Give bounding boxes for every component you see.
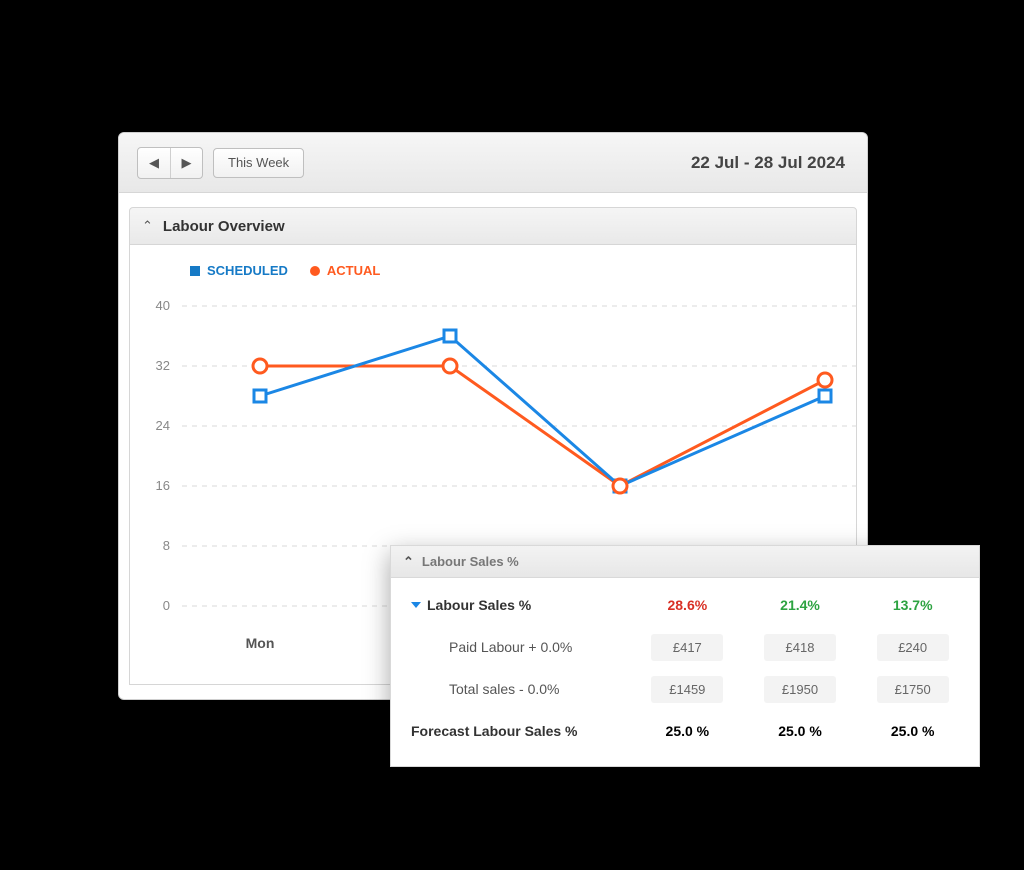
cell: £1459 xyxy=(631,676,744,703)
y-tick: 24 xyxy=(156,418,170,433)
cell: £1950 xyxy=(744,676,857,703)
this-week-button[interactable]: This Week xyxy=(213,148,304,178)
section-title: Labour Overview xyxy=(163,218,285,235)
y-tick: 8 xyxy=(163,538,170,553)
row-total-sales: Total sales - 0.0% £1459 £1950 £1750 xyxy=(401,668,969,710)
legend-scheduled-label: SCHEDULED xyxy=(207,263,288,278)
overlay-title: Labour Sales % xyxy=(422,554,519,569)
legend: SCHEDULED ACTUAL xyxy=(190,263,846,278)
y-tick: 40 xyxy=(156,298,170,313)
point-actual xyxy=(253,359,267,373)
prev-button[interactable]: ◀ xyxy=(138,148,170,178)
chevron-left-icon: ◀ xyxy=(149,155,159,171)
point-actual xyxy=(613,479,627,493)
row-label: Labour Sales % xyxy=(401,597,631,613)
row-label: Paid Labour + 0.0% xyxy=(401,639,631,655)
point-scheduled xyxy=(254,390,266,402)
row-label-text: Labour Sales % xyxy=(427,597,531,613)
legend-item-scheduled[interactable]: SCHEDULED xyxy=(190,263,288,278)
chevron-right-icon: ▶ xyxy=(182,155,192,171)
overlay-header[interactable]: ⌃ Labour Sales % xyxy=(391,546,979,578)
chevron-up-icon: ⌃ xyxy=(142,218,153,234)
cell: £418 xyxy=(744,634,857,661)
point-scheduled xyxy=(819,390,831,402)
row-forecast: Forecast Labour Sales % 25.0 % 25.0 % 25… xyxy=(401,710,969,752)
cell: 25.0 % xyxy=(856,723,969,739)
row-label: Total sales - 0.0% xyxy=(401,681,631,697)
point-actual xyxy=(443,359,457,373)
date-nav: ◀ ▶ xyxy=(137,147,203,179)
y-tick: 32 xyxy=(156,358,170,373)
cell: £1750 xyxy=(856,676,969,703)
cell: 21.4% xyxy=(744,597,857,613)
series-scheduled-line xyxy=(260,336,825,486)
cell: 28.6% xyxy=(631,597,744,613)
cell: 25.0 % xyxy=(744,723,857,739)
row-paid-labour: Paid Labour + 0.0% £417 £418 £240 xyxy=(401,626,969,668)
y-tick: 16 xyxy=(156,478,170,493)
cell: 13.7% xyxy=(856,597,969,613)
cell: £240 xyxy=(856,634,969,661)
point-scheduled xyxy=(444,330,456,342)
row-label: Forecast Labour Sales % xyxy=(401,723,631,739)
caret-down-icon xyxy=(411,602,421,608)
x-tick: Mon xyxy=(246,635,275,651)
square-icon xyxy=(190,266,200,276)
circle-icon xyxy=(310,266,320,276)
toolbar: ◀ ▶ This Week 22 Jul - 28 Jul 2024 xyxy=(119,133,867,193)
this-week-label: This Week xyxy=(228,155,289,170)
overlay-body: Labour Sales % 28.6% 21.4% 13.7% Paid La… xyxy=(391,578,979,766)
chevron-up-icon: ⌃ xyxy=(403,554,414,570)
y-tick: 0 xyxy=(163,598,170,613)
labour-sales-card: ⌃ Labour Sales % Labour Sales % 28.6% 21… xyxy=(390,545,980,767)
date-range: 22 Jul - 28 Jul 2024 xyxy=(691,153,845,173)
cell: £417 xyxy=(631,634,744,661)
legend-actual-label: ACTUAL xyxy=(327,263,380,278)
cell: 25.0 % xyxy=(631,723,744,739)
section-header-labour-overview[interactable]: ⌃ Labour Overview xyxy=(129,207,857,245)
row-labour-sales-pct[interactable]: Labour Sales % 28.6% 21.4% 13.7% xyxy=(401,584,969,626)
legend-item-actual[interactable]: ACTUAL xyxy=(310,263,380,278)
next-button[interactable]: ▶ xyxy=(170,148,202,178)
point-actual xyxy=(818,373,832,387)
